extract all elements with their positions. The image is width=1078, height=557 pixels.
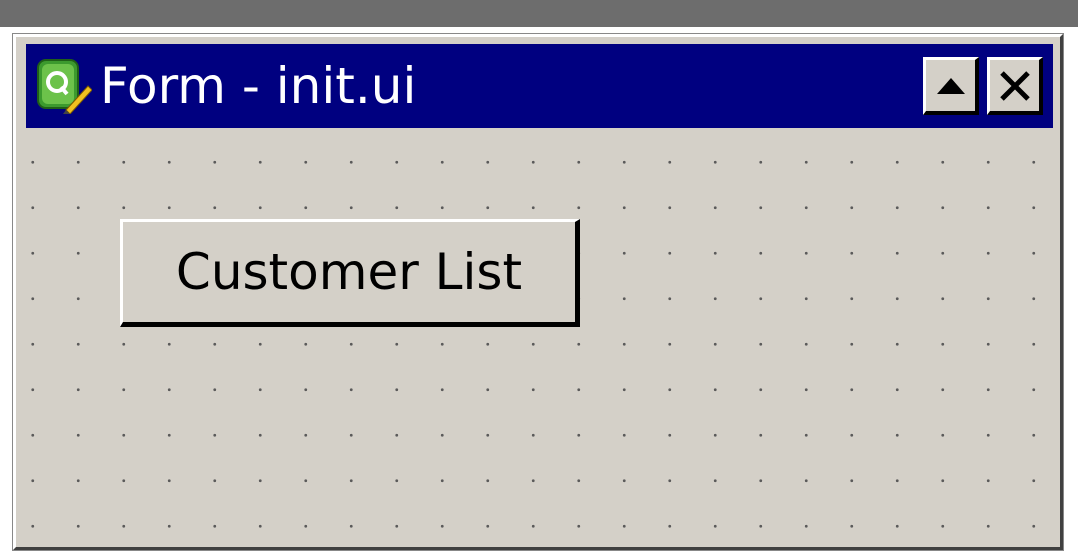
- designer-form-window: Form - init.ui Customer List: [12, 33, 1064, 551]
- screen-top-bar: [0, 0, 1078, 27]
- shade-button[interactable]: [923, 57, 979, 115]
- close-button[interactable]: [987, 57, 1043, 115]
- triangle-up-icon: [936, 77, 965, 94]
- window-title: Form - init.ui: [100, 57, 417, 115]
- form-design-canvas[interactable]: [16, 128, 1060, 547]
- window-titlebar[interactable]: Form - init.ui: [26, 44, 1053, 128]
- close-x-icon: [999, 70, 1030, 101]
- customer-list-button[interactable]: Customer List: [120, 219, 580, 327]
- qt-designer-icon: [37, 59, 92, 114]
